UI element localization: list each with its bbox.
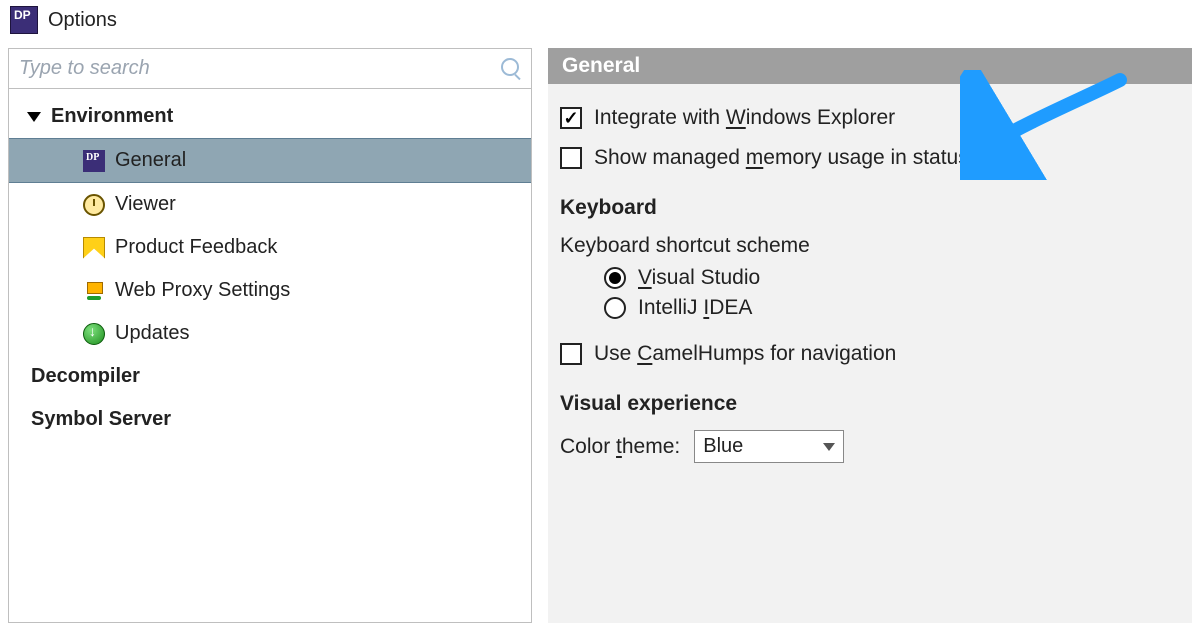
chevron-down-icon (823, 443, 835, 451)
tree-item-label: Web Proxy Settings (115, 279, 290, 302)
integrate-explorer-label: Integrate with Windows Explorer (594, 106, 895, 130)
proxy-icon (83, 280, 105, 302)
settings-panel: General Integrate with Windows Explorer … (548, 48, 1192, 623)
tree-item-label: General (115, 149, 186, 172)
tree-group-environment[interactable]: Environment (9, 95, 531, 138)
color-theme-label: Color theme: (560, 435, 680, 459)
search-icon[interactable] (499, 58, 521, 80)
search-bar (9, 49, 531, 89)
keyboard-heading: Keyboard (560, 196, 1180, 220)
scheme-radio-group: Visual Studio IntelliJ IDEA (560, 266, 1180, 320)
tree-item-label: Updates (115, 322, 190, 345)
radio-visual-studio[interactable] (604, 267, 626, 289)
tree-item-label: Viewer (115, 193, 176, 216)
radio-label: Visual Studio (638, 266, 760, 290)
tree-item-label: Product Feedback (115, 236, 277, 259)
tree-item-web-proxy-settings[interactable]: Web Proxy Settings (9, 269, 531, 312)
scheme-label: Keyboard shortcut scheme (560, 234, 1180, 258)
tree-group-label: Symbol Server (31, 408, 171, 431)
memory-usage-checkbox[interactable] (560, 147, 582, 169)
color-theme-dropdown[interactable]: Blue (694, 430, 844, 463)
tree-group-label: Decompiler (31, 365, 140, 388)
chevron-down-icon (27, 112, 41, 122)
search-input[interactable] (19, 57, 491, 80)
panel-body: Integrate with Windows Explorer Show man… (548, 84, 1192, 623)
camelhumps-checkbox[interactable] (560, 343, 582, 365)
tree-item-viewer[interactable]: Viewer (9, 183, 531, 226)
camelhumps-row: Use CamelHumps for navigation (560, 342, 1180, 366)
title-bar: Options (0, 0, 1200, 48)
tree-item-product-feedback[interactable]: Product Feedback (9, 226, 531, 269)
updates-icon (83, 323, 105, 345)
tree-item-general[interactable]: General (9, 138, 531, 183)
viewer-icon (83, 194, 105, 216)
panel-header: General (548, 48, 1192, 84)
color-theme-value: Blue (703, 435, 743, 458)
dp-icon (83, 150, 105, 172)
integrate-explorer-checkbox[interactable] (560, 107, 582, 129)
radio-intellij-idea[interactable] (604, 297, 626, 319)
memory-usage-label: Show managed memory usage in status bar (594, 146, 1005, 170)
tree-group-symbol-server[interactable]: Symbol Server (9, 398, 531, 441)
nav-pane: Environment General Viewer Product Feedb… (8, 48, 532, 623)
color-theme-row: Color theme: Blue (560, 430, 1180, 463)
integrate-explorer-row: Integrate with Windows Explorer (560, 106, 1180, 130)
scheme-visual-studio[interactable]: Visual Studio (604, 266, 1180, 290)
camelhumps-label: Use CamelHumps for navigation (594, 342, 896, 366)
window-title: Options (48, 9, 117, 32)
scheme-intellij-idea[interactable]: IntelliJ IDEA (604, 296, 1180, 320)
tree-group-label: Environment (51, 105, 173, 128)
tree-item-updates[interactable]: Updates (9, 312, 531, 355)
visual-experience-heading: Visual experience (560, 392, 1180, 416)
tree-group-decompiler[interactable]: Decompiler (9, 355, 531, 398)
app-icon (10, 6, 38, 34)
feedback-icon (83, 237, 105, 259)
radio-label: IntelliJ IDEA (638, 296, 752, 320)
memory-usage-row: Show managed memory usage in status bar (560, 146, 1180, 170)
options-tree: Environment General Viewer Product Feedb… (9, 89, 531, 449)
